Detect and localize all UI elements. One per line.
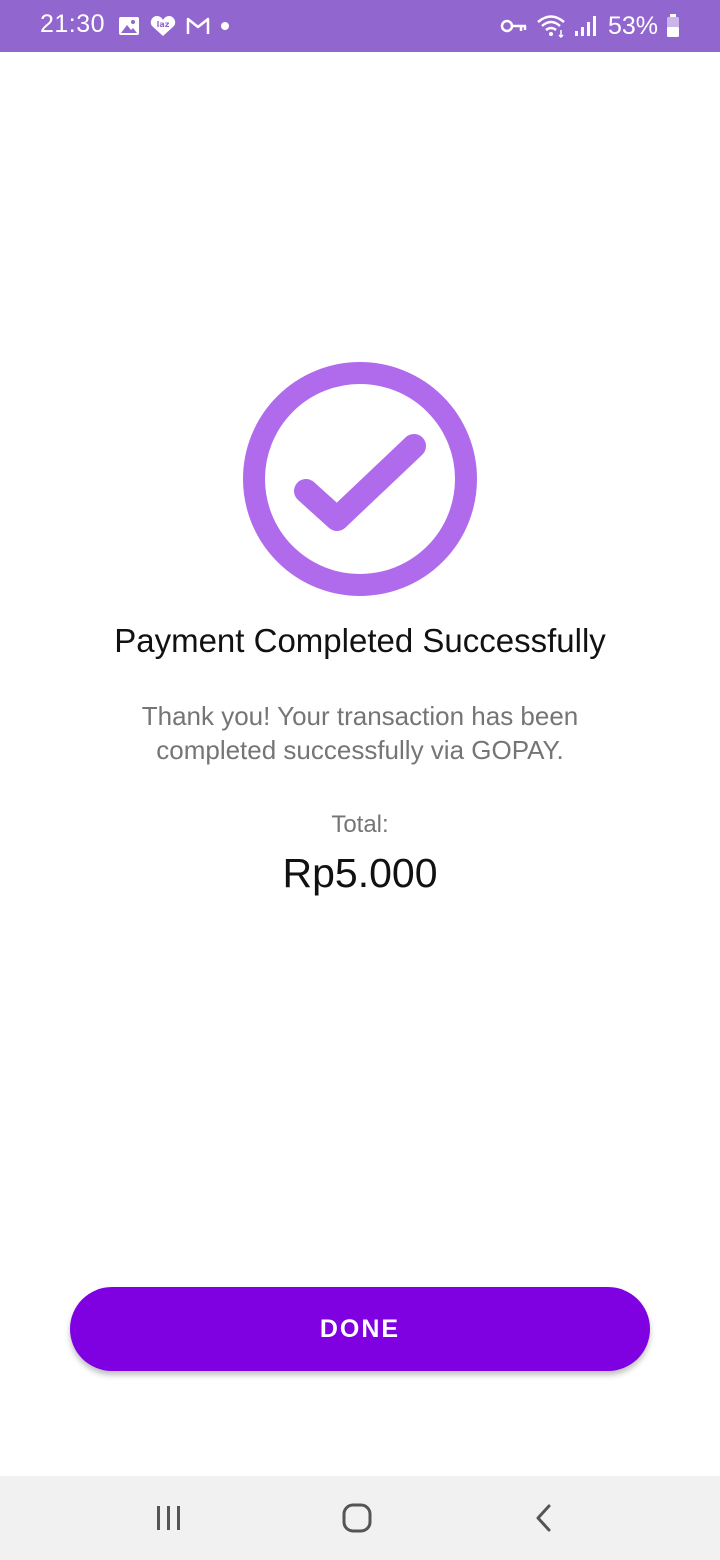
lazada-icon: laz	[150, 15, 176, 37]
signal-icon	[574, 15, 596, 37]
notification-icons: laz	[118, 14, 240, 38]
payment-success-screen: 21:30 laz 53% Payment Completed Successf…	[0, 0, 720, 1560]
wifi-icon	[536, 14, 566, 38]
back-icon[interactable]	[522, 1496, 566, 1540]
notification-dot-icon	[220, 21, 230, 31]
status-time: 21:30	[40, 10, 106, 38]
gallery-icon	[118, 16, 140, 36]
total-amount: Rp5.000	[282, 850, 438, 896]
system-icons: 53%	[492, 0, 680, 52]
check-circle-icon	[243, 362, 477, 596]
gmail-icon	[186, 17, 210, 35]
status-bar: 21:30 laz 53%	[0, 0, 720, 52]
battery-icon	[666, 14, 680, 38]
success-message: Thank you! Your transaction has been com…	[141, 701, 579, 765]
home-icon[interactable]	[335, 1496, 379, 1540]
recent-apps-icon[interactable]	[147, 1496, 191, 1540]
vpn-key-icon	[500, 18, 528, 34]
done-button[interactable]: DONE	[70, 1287, 650, 1371]
page-title: Payment Completed Successfully	[114, 622, 606, 659]
svg-text:laz: laz	[157, 20, 170, 29]
navigation-bar	[0, 1476, 720, 1560]
total-label: Total:	[331, 811, 389, 838]
battery-percent: 53%	[607, 11, 658, 40]
